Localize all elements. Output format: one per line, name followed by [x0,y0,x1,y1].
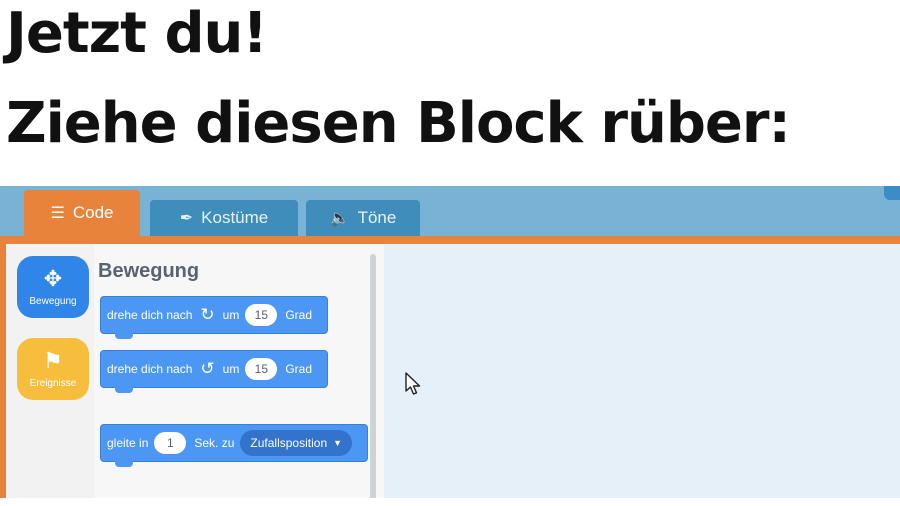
tab-code-label: Code [72,203,114,222]
block-text: Sek. zu [194,436,235,450]
block-text: gleite in [107,436,149,450]
tab-code[interactable]: ☰ Code [24,190,140,236]
block-text: um [222,308,240,322]
tab-sounds-label: Töne [357,208,397,227]
degrees-input[interactable]: 15 [245,304,278,326]
tab-costumes[interactable]: ✒ Kostüme [150,200,298,236]
block-text: Grad [285,362,313,376]
mouse-cursor-icon [405,372,421,395]
block-palette: Bewegung drehe dich nach ↻ um 15 Grad dr… [94,244,384,498]
stage-corner [884,186,900,200]
category-motion-label: Bewegung [29,295,77,307]
brush-icon: ✒ [179,210,194,227]
category-events-button[interactable]: ⚑ Ereignisse [17,338,89,400]
tab-costumes-label: Kostüme [201,208,269,227]
glide-block[interactable]: gleite in 1 Sek. zu Zufallsposition ▼ [100,424,368,467]
category-menu: ✥ Bewegung ⚑ Ereignisse [6,244,94,498]
dropdown-value: Zufallsposition [250,436,328,450]
block-text: Grad [285,308,313,322]
heading-line-1: Jetzt du! [6,1,268,66]
caret-down-icon: ▼ [333,438,343,448]
move-arrows-icon: ✥ [43,265,63,291]
rotate-left-icon: ↺ [200,359,215,378]
heading-line-2: Ziehe diesen Block rüber: [6,91,791,156]
turn-left-block[interactable]: drehe dich nach ↺ um 15 Grad [100,350,328,393]
category-motion-button[interactable]: ✥ Bewegung [17,256,89,318]
turn-right-block[interactable]: drehe dich nach ↻ um 15 Grad [100,296,328,339]
scratch-editor: ☰ Code ✒ Kostüme 🔈 Töne ✥ Bewegung ⚑ Ere… [0,186,900,498]
code-icon: ☰ [50,205,65,222]
degrees-input[interactable]: 15 [245,358,278,380]
position-dropdown[interactable]: Zufallsposition ▼ [240,430,353,456]
block-text: drehe dich nach [107,308,193,322]
code-workspace[interactable]: ✥ Bewegung ⚑ Ereignisse Bewegung drehe d… [6,244,900,498]
rotate-right-icon: ↻ [200,305,215,324]
palette-title: Bewegung [98,260,200,282]
speaker-icon: 🔈 [329,210,350,227]
category-events-label: Ereignisse [29,377,77,389]
block-text: um [222,362,240,376]
palette-scrollbar[interactable] [370,254,376,498]
seconds-input[interactable]: 1 [154,432,187,454]
tab-sounds[interactable]: 🔈 Töne [306,200,420,236]
flag-icon: ⚑ [43,347,63,373]
block-text: drehe dich nach [107,362,193,376]
